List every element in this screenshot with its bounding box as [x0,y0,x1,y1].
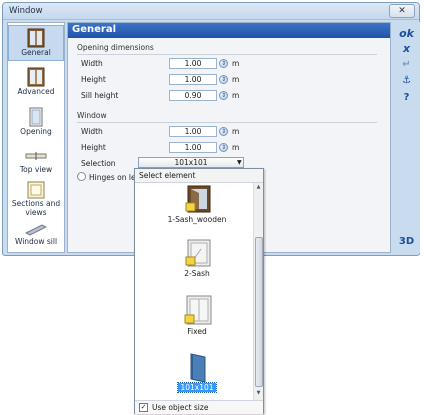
unit-label: m [232,127,240,136]
close-button[interactable]: ✕ [389,4,415,18]
fixed-window-icon [184,295,212,325]
nav-item-sections[interactable]: Sections and views [8,179,64,219]
nav-item-general[interactable]: General [8,25,64,61]
nav-item-label: Sections and views [11,199,61,217]
window-title: Window [9,6,43,16]
selection-label: Selection [81,159,116,168]
unit-label: m [232,143,240,152]
list-item-selected[interactable]: 101x101 [143,353,251,395]
opening-width-input[interactable]: 1.00 [169,58,217,69]
window-advanced-icon [27,67,45,87]
opening-group-title: Opening dimensions [77,43,154,52]
panel-title: General [72,24,116,35]
divider [77,54,377,55]
list-item[interactable]: Fixed [143,295,251,337]
window-sash-icon [27,28,45,48]
window-group-title: Window [77,111,107,120]
view-3d-button[interactable]: 3D [393,236,420,247]
popup-header: Select element [135,169,263,183]
sash-icon [185,239,211,267]
nav-item-opening[interactable]: Opening [8,105,64,139]
hinges-radio[interactable] [77,172,86,181]
select-element-popup: Select element ▲ ▼ 1-Sash_wooden 2-Sash [134,168,264,414]
nav-item-label: Opening [20,127,52,136]
nav-item-label: Top view [19,165,53,174]
panel-header: General [68,23,390,38]
help-button[interactable]: ? [393,92,420,103]
title-bar[interactable]: Window ✕ [3,3,419,20]
sections-icon [27,181,45,199]
window-height-input[interactable]: 1.00 [169,142,217,153]
window-width-input[interactable]: 1.00 [169,126,217,137]
opening-icon [29,107,43,127]
left-nav: General Advanced Opening Top view Sectio… [7,22,65,253]
nav-item-label: Window sill [14,237,58,246]
window-width-spin-icon[interactable]: ⇕ [219,127,228,136]
top-view-icon [25,152,47,160]
sill-height-input[interactable]: 0.90 [169,90,217,101]
use-object-size-checkbox[interactable]: ✓ [139,403,148,412]
unit-label: m [232,75,240,84]
action-bar: ok x ↵ ⚓ ? 3D [393,22,420,253]
unit-label: m [232,59,240,68]
scroll-up-icon[interactable]: ▲ [254,184,263,193]
nav-item-window-sill[interactable]: Window sill [8,221,64,252]
popup-footer: ✓ Use object size [135,400,263,414]
use-object-size-label: Use object size [152,403,209,412]
opening-height-spin-icon[interactable]: ⇕ [219,75,228,84]
selection-value: 101x101 [174,158,208,167]
selection-dropdown[interactable]: 101x101 ▼ [138,157,244,168]
chevron-down-icon[interactable]: ▼ [237,158,242,167]
opening-width-spin-icon[interactable]: ⇕ [219,59,228,68]
anchor-icon[interactable]: ⚓ [393,75,420,86]
window-sill-icon [25,224,47,236]
opening-height-input[interactable]: 1.00 [169,74,217,85]
nav-item-label: Advanced [17,87,55,96]
window-101x101-icon [190,353,206,383]
enter-icon[interactable]: ↵ [393,59,420,70]
cancel-button[interactable]: x [393,42,420,55]
sill-height-spin-icon[interactable]: ⇕ [219,91,228,100]
list-item-label: 1-Sash_wooden [167,215,227,224]
list-item-label: 101x101 [177,382,217,393]
divider [77,122,377,123]
opening-width-label: Width [81,59,103,68]
window-height-spin-icon[interactable]: ⇕ [219,143,228,152]
list-item-label: 2-Sash [184,269,210,278]
sash-wooden-icon [185,185,211,213]
list-item[interactable]: 2-Sash [143,239,251,279]
list-item[interactable]: 1-Sash_wooden [143,185,251,225]
scroll-down-icon[interactable]: ▼ [254,390,263,399]
list-item-label: Fixed [187,327,207,336]
scrollbar[interactable]: ▲ ▼ [253,183,263,400]
nav-item-advanced[interactable]: Advanced [8,65,64,101]
nav-item-label: General [21,48,51,57]
scrollbar-thumb[interactable] [255,237,263,387]
unit-label: m [232,91,240,100]
nav-item-top-view[interactable]: Top view [8,143,64,177]
window-height-label: Height [81,143,106,152]
opening-height-label: Height [81,75,106,84]
ok-button[interactable]: ok [393,27,420,40]
popup-title: Select element [139,171,196,180]
sill-height-label: Sill height [81,91,119,100]
window-width-label: Width [81,127,103,136]
